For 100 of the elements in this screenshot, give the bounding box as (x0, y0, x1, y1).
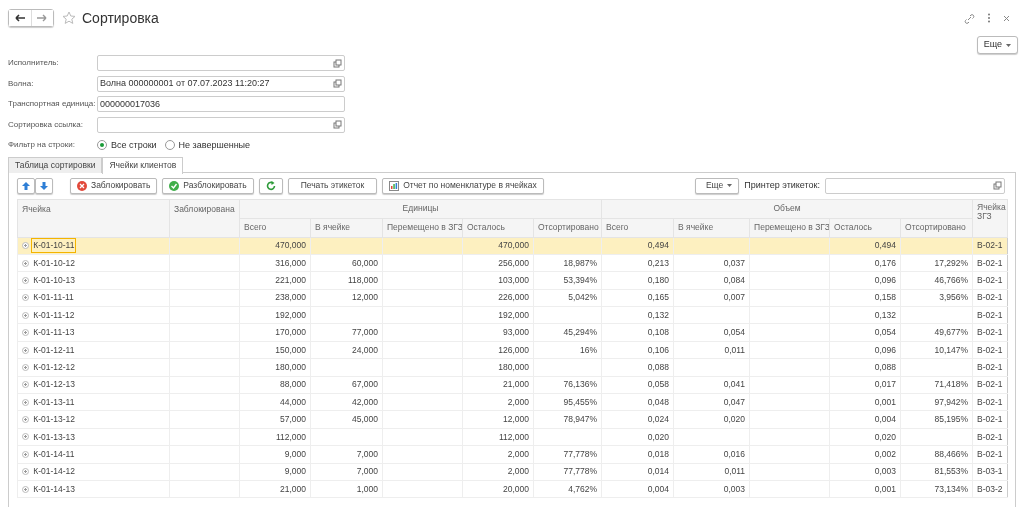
table-cell: 180,000 (498, 362, 529, 373)
forward-arrow-icon (37, 14, 48, 22)
table-cell: 0,088 (874, 362, 897, 373)
table-cell: 0,108 (647, 327, 670, 338)
table-cell-text: К-01-11-12 (32, 308, 76, 322)
column-header: Заблокирована (169, 199, 240, 237)
input-field[interactable]: Волна 000000001 от 07.07.2023 11:20:27 (97, 75, 345, 92)
table-cell: 0,088 (647, 362, 670, 373)
table-cell: 126,000 (498, 344, 529, 355)
move-down-button[interactable] (35, 177, 53, 194)
table-cell: 21,000 (503, 379, 529, 390)
table-cell: 0,054 (874, 327, 897, 338)
table-cell: 226,000 (498, 292, 529, 303)
table-cell: 77,778% (563, 466, 598, 477)
refresh-button[interactable] (258, 177, 283, 194)
table-cell-text: К-01-14-12 (32, 465, 77, 479)
tab[interactable]: Ячейки клиентов (102, 156, 184, 174)
table-cell: 7,000 (356, 466, 378, 477)
radio-button[interactable] (97, 140, 107, 151)
caret-icon (1006, 43, 1011, 47)
table-cell: 2,000 (507, 396, 529, 407)
more-button[interactable]: Еще (694, 177, 740, 194)
table-cell: В-02-1 (977, 344, 1003, 355)
tab[interactable]: Таблица сортировки (8, 156, 103, 173)
column-header: Ячейка ЗГЗ (972, 199, 1008, 237)
radio-button[interactable] (164, 140, 175, 151)
input-field[interactable] (97, 116, 345, 133)
table-cell: В-03-1 (977, 466, 1003, 477)
table-cell: 2,000 (507, 449, 529, 459)
table-cell: 93,000 (503, 327, 529, 338)
star-icon (62, 11, 76, 25)
table-cell: 0,037 (723, 257, 746, 268)
back-button[interactable] (9, 10, 31, 26)
back-arrow-icon (14, 14, 26, 22)
table-cell: 470,000 (275, 240, 306, 251)
input-field[interactable]: 000000017036 (97, 96, 345, 113)
expand-icon (22, 468, 29, 476)
expand-icon (22, 485, 29, 493)
table-cell: 0,165 (647, 292, 670, 303)
report-icon (389, 180, 400, 191)
field-label: Фильтр на строки: (8, 139, 76, 152)
table-cell: 0,016 (723, 449, 746, 459)
table-cell: 150,000 (275, 344, 306, 355)
table-cell-text: К-01-12-13 (32, 378, 77, 392)
input-field[interactable] (97, 55, 345, 72)
table-cell: 88,466% (934, 449, 969, 459)
table-cell: 0,084 (723, 275, 746, 286)
table-cell: 0,176 (874, 257, 897, 268)
radio-label: Все строки (111, 138, 157, 152)
table-cell: 10,147% (934, 344, 969, 355)
table-cell: 9,000 (284, 449, 306, 459)
block-button[interactable]: Заблокировать (70, 177, 158, 194)
expand-icon (22, 311, 29, 319)
table-cell: 0,180 (647, 275, 670, 286)
field-label: Транспортная единица: (8, 98, 97, 111)
table-cell: В-02-1 (977, 240, 1003, 251)
table-cell: 0,001 (874, 483, 897, 494)
caret-icon (727, 184, 733, 187)
close-icon (1003, 14, 1010, 22)
table-cell: 44,000 (280, 396, 306, 407)
table-cell: 0,020 (874, 431, 897, 442)
table-cell: 0,132 (647, 309, 670, 320)
table-cell-text: К-01-13-12 (32, 413, 77, 427)
table-cell: 0,058 (647, 379, 670, 390)
table-cell: 9,000 (284, 466, 306, 477)
table-cell: 0,002 (874, 449, 897, 459)
block-icon (77, 180, 87, 191)
table-cell: 0,020 (647, 431, 670, 442)
table-cell: 77,778% (563, 449, 598, 459)
unblock-button[interactable]: Разблокировать (162, 177, 254, 194)
table-cell: 88,000 (280, 379, 306, 390)
table-cell: 77,000 (352, 327, 378, 338)
field-label: Волна: (8, 77, 35, 90)
table-cell: 0,096 (874, 344, 897, 355)
report-button[interactable]: Отчет по номенклатуре в ячейках (382, 177, 544, 194)
table-cell: 71,418% (934, 379, 969, 390)
field-label: Сортировка ссылка: (8, 118, 84, 131)
print-button[interactable]: Печать этикеток (287, 177, 378, 194)
table-cell: 0,494 (647, 240, 670, 251)
table-cell: 60,000 (352, 257, 378, 268)
table-cell: 0,024 (647, 414, 670, 425)
expand-icon (22, 242, 29, 250)
open-icon (333, 120, 342, 130)
table-cell: В-02-1 (977, 396, 1003, 407)
window-title: Сортировка (82, 8, 159, 28)
expand-icon (22, 416, 29, 424)
column-header: Объем (601, 199, 973, 218)
printer-field[interactable] (825, 177, 1005, 194)
table-cell-text: К-01-13-11 (32, 395, 76, 409)
move-up-button[interactable] (17, 177, 35, 194)
table-cell: 256,000 (498, 257, 529, 268)
more-button[interactable]: Еще (976, 36, 1018, 54)
table-cell: 0,014 (647, 466, 670, 477)
field-label: Принтер этикеток: (744, 178, 820, 192)
table-cell: 78,947% (563, 414, 598, 425)
table-cell: 45,294% (563, 327, 598, 338)
table-cell: 0,020 (723, 414, 746, 425)
table-cell: 112,000 (498, 431, 529, 442)
table-cell: 0,213 (647, 257, 670, 268)
table-cell: В-02-1 (977, 379, 1003, 390)
